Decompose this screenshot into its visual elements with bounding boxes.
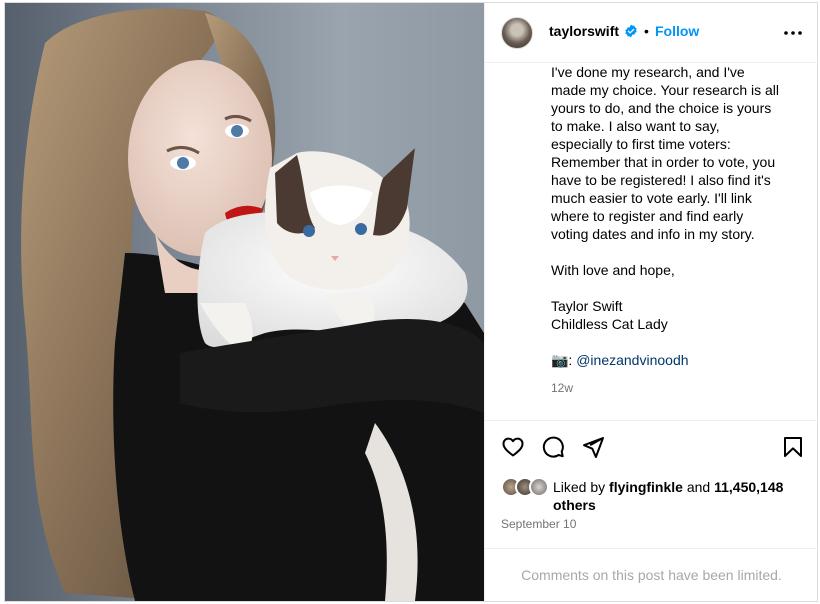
caption-closing: With love and hope, bbox=[551, 262, 675, 278]
likes-count[interactable]: 11,450,148 bbox=[714, 479, 783, 495]
caption-signature-title: Childless Cat Lady bbox=[551, 316, 668, 332]
likes-and: and bbox=[686, 479, 711, 495]
instagram-post: taylorswift • Follow I've done my resear… bbox=[4, 2, 818, 602]
share-icon[interactable] bbox=[581, 435, 605, 459]
post-date[interactable]: September 10 bbox=[501, 517, 576, 531]
bookmark-icon[interactable] bbox=[781, 435, 805, 459]
verified-badge-icon bbox=[625, 24, 637, 38]
liker-avatar[interactable] bbox=[529, 477, 549, 497]
comment-icon[interactable] bbox=[541, 435, 565, 459]
caption-paragraph: I've done my research, and I've made my … bbox=[551, 64, 779, 242]
follow-button[interactable]: Follow bbox=[655, 23, 699, 39]
post-header: taylorswift • Follow bbox=[485, 3, 818, 63]
likes-prefix: Liked by bbox=[553, 479, 606, 495]
caption-signature-name: Taylor Swift bbox=[551, 298, 623, 314]
post-photo[interactable] bbox=[5, 3, 484, 601]
camera-icon: 📷: bbox=[551, 352, 573, 368]
likes-others[interactable]: others bbox=[553, 497, 596, 513]
liker-username[interactable]: flyingfinkle bbox=[609, 479, 683, 495]
credit-handle-link[interactable]: @inezandvinoodh bbox=[576, 352, 688, 368]
photo-credit: 📷: @inezandvinoodh bbox=[551, 351, 801, 369]
avatar[interactable] bbox=[501, 17, 533, 49]
heart-icon[interactable] bbox=[501, 435, 525, 459]
post-caption: I've done my research, and I've made my … bbox=[551, 63, 801, 413]
post-time-ago[interactable]: 12w bbox=[551, 379, 801, 397]
more-options-icon[interactable] bbox=[781, 21, 805, 45]
likes-text[interactable]: Liked by flyingfinkle and 11,450,148 oth… bbox=[553, 478, 801, 514]
post-details-panel: taylorswift • Follow I've done my resear… bbox=[484, 3, 818, 601]
separator-dot: • bbox=[644, 23, 649, 39]
username-link[interactable]: taylorswift bbox=[549, 23, 619, 39]
action-bar: Liked by flyingfinkle and 11,450,148 oth… bbox=[485, 420, 818, 548]
comments-limited-notice: Comments on this post have been limited. bbox=[485, 548, 818, 601]
photo-illustration bbox=[21, 8, 484, 601]
